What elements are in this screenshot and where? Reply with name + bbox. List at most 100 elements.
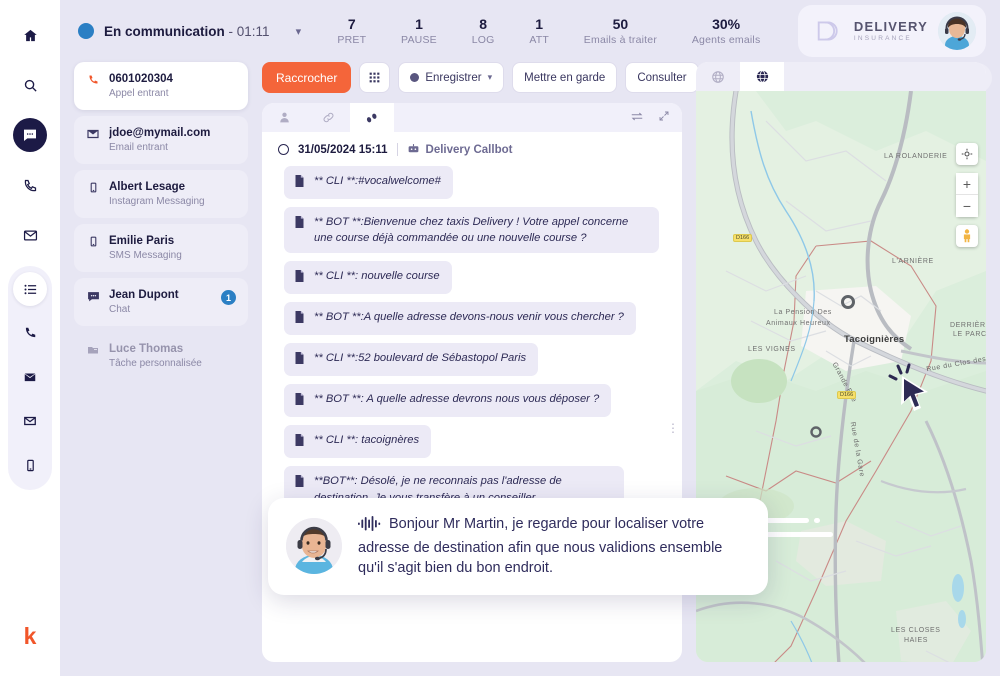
contact-text: Jean Dupont Chat <box>109 289 212 315</box>
kiamo-logo: k <box>23 623 37 649</box>
message-item: ** CLI **:#vocalwelcome# <box>284 166 453 199</box>
mail-icon[interactable] <box>13 218 47 252</box>
phone-handset-icon[interactable] <box>13 316 47 350</box>
agent-speech-bubble: Bonjour Mr Martin, je regarde pour local… <box>268 498 768 595</box>
contact-text: Albert Lesage Instagram Messaging <box>109 181 236 207</box>
phone-incoming-icon <box>86 73 100 86</box>
message-item: ** CLI **: tacoignères <box>284 425 432 459</box>
stat-value: 50 <box>612 16 629 33</box>
action-toolbar: Raccrocher Enregistrer ▾ Mettre en garde… <box>262 62 992 93</box>
contact-item-instagram[interactable]: Albert Lesage Instagram Messaging <box>74 170 248 218</box>
contact-name: 0601020304 <box>109 73 173 85</box>
contact-subtitle: Chat <box>109 304 131 315</box>
contact-item-phone[interactable]: 0601020304 Appel entrant <box>74 62 248 110</box>
brand-text: DELIVERY INSURANCE <box>854 20 928 43</box>
stat-value: 8 <box>479 16 487 33</box>
list-icon[interactable] <box>13 272 47 306</box>
keypad-button[interactable] <box>359 62 391 93</box>
journey-tab[interactable] <box>350 103 394 132</box>
mobile-icon[interactable] <box>13 448 47 482</box>
record-label: Enregistrer <box>425 71 482 84</box>
stat-value: 1 <box>535 16 544 33</box>
contact-item-sms[interactable]: Emilie Paris SMS Messaging <box>74 224 248 272</box>
unread-badge: 1 <box>221 290 236 305</box>
agent-speech-text: Bonjour Mr Martin, je regarde pour local… <box>358 514 750 579</box>
doc-icon <box>294 309 305 328</box>
bot-icon <box>408 144 418 153</box>
envelope-icon[interactable] <box>13 404 47 438</box>
message-text: ** CLI **: tacoignères <box>314 434 420 447</box>
map-tab-globe[interactable] <box>696 62 740 91</box>
status-dot <box>78 23 94 39</box>
mobile-icon <box>86 235 100 247</box>
contact-subtitle: SMS Messaging <box>109 250 182 261</box>
zoom-out-button[interactable]: − <box>956 195 978 217</box>
expand-icon[interactable] <box>658 109 670 127</box>
message-item: ** BOT **:A quelle adresse devons-nous v… <box>284 302 636 336</box>
search-icon[interactable] <box>13 68 47 102</box>
stat-label: Emails à traiter <box>583 33 658 46</box>
contact-text: Luce Thomas Tâche personnalisée <box>109 343 236 369</box>
contact-text: Emilie Paris SMS Messaging <box>109 235 236 261</box>
contact-text: 0601020304 Appel entrant <box>109 73 236 99</box>
home-icon[interactable] <box>13 18 47 52</box>
link-tab[interactable] <box>306 103 350 132</box>
chat-icon[interactable] <box>13 118 47 152</box>
doc-icon <box>294 350 305 369</box>
stat-label: Agents emails <box>691 33 761 46</box>
avatar[interactable] <box>938 12 976 50</box>
chevron-down-icon: ▾ <box>487 72 493 82</box>
panel-corner-actions <box>630 109 682 127</box>
doc-icon <box>294 432 305 451</box>
contact-name: Jean Dupont <box>109 289 179 301</box>
contact-item-task[interactable]: Luce Thomas Tâche personnalisée <box>74 332 248 380</box>
recenter-button[interactable] <box>956 143 978 165</box>
stat-value: 1 <box>415 16 423 33</box>
stat-value: 30% <box>712 16 741 33</box>
audio-wave-icon <box>358 516 382 538</box>
chevron-down-icon[interactable]: ▾ <box>296 25 302 38</box>
doc-icon <box>294 173 305 192</box>
record-button[interactable]: Enregistrer ▾ <box>398 62 505 93</box>
contact-item-email[interactable]: jdoe@mymail.com Email entrant <box>74 116 248 164</box>
hold-button[interactable]: Mettre en garde <box>512 62 618 93</box>
phone-icon[interactable] <box>13 168 47 202</box>
delivery-logo-icon <box>817 21 838 41</box>
contact-name: Albert Lesage <box>109 181 186 193</box>
resize-handle[interactable]: ⋮ <box>667 422 679 434</box>
map-controls: + − <box>956 143 978 247</box>
contact-name: jdoe@mymail.com <box>109 127 211 139</box>
stat-item: 50 Emails à traiter <box>584 16 657 46</box>
message-text: ** CLI **: nouvelle course <box>314 270 440 283</box>
consult-button[interactable]: Consulter <box>625 62 699 93</box>
doc-icon <box>294 473 305 492</box>
top-header: En communication - 01:11 ▾ 7 PRET 1 PAUS… <box>60 0 1000 62</box>
map-tab-globe-filled[interactable] <box>740 62 784 91</box>
stat-item: 30% Agents emails <box>692 16 761 46</box>
stat-label: PAUSE <box>401 33 437 46</box>
mobile-icon <box>86 181 100 193</box>
envelope-icon <box>86 127 100 140</box>
zoom-controls: + − <box>956 173 978 217</box>
inbox-icon[interactable] <box>13 360 47 394</box>
mouse-cursor <box>888 363 928 411</box>
contact-item-chat[interactable]: Jean Dupont Chat 1 <box>74 278 248 326</box>
swap-icon[interactable] <box>630 109 644 127</box>
agent-status[interactable]: En communication - 01:11 ▾ <box>78 23 310 39</box>
message-item: ** CLI **:52 boulevard de Sébastopol Par… <box>284 343 539 377</box>
divider <box>396 143 398 156</box>
hangup-button[interactable]: Raccrocher <box>262 62 352 93</box>
panel-tabs <box>262 103 682 132</box>
street-view-button[interactable] <box>956 225 978 247</box>
stat-item: 1 PAUSE <box>401 16 437 46</box>
zoom-in-button[interactable]: + <box>956 173 978 195</box>
contact-text: jdoe@mymail.com Email entrant <box>109 127 236 153</box>
message-item: ** BOT **: A quelle adresse devrons nous… <box>284 384 612 418</box>
contact-subtitle: Email entrant <box>109 142 168 153</box>
contact-name: Emilie Paris <box>109 235 175 247</box>
keypad-icon <box>369 72 380 83</box>
contact-tab[interactable] <box>262 103 306 132</box>
message-text: ** BOT **: A quelle adresse devrons nous… <box>314 393 600 406</box>
stat-item: 1 ATT <box>529 16 549 46</box>
agent-photo <box>286 518 342 575</box>
